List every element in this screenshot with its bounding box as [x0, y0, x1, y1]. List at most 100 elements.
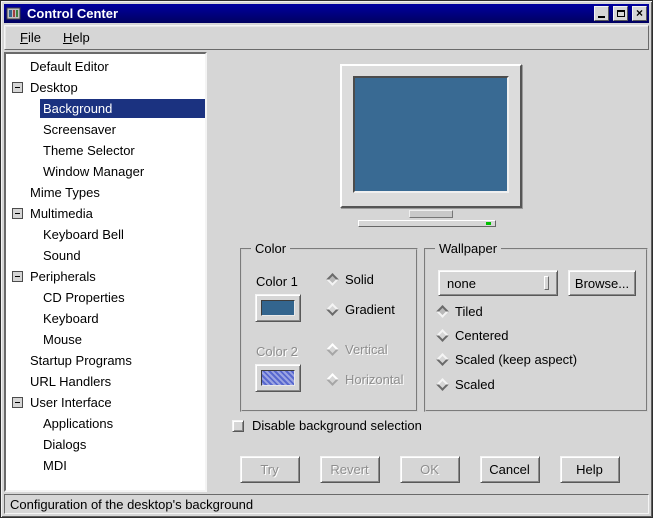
tree-item-window-manager[interactable]: Window Manager: [6, 161, 205, 182]
statusbar: Configuration of the desktop's backgroun…: [4, 494, 649, 514]
tree-item-label: Keyboard: [40, 309, 205, 328]
tree-item-applications[interactable]: Applications: [6, 413, 205, 434]
cancel-button[interactable]: Cancel: [480, 456, 540, 483]
action-button-bar: Try Revert OK Cancel Help: [210, 456, 649, 483]
tree-item-label: Dialogs: [40, 435, 205, 454]
close-icon: ×: [636, 8, 643, 19]
tree-item-label: Screensaver: [40, 120, 205, 139]
disable-bg-checkbox-row[interactable]: Disable background selection: [232, 418, 422, 433]
tree-item-label: Multimedia: [27, 204, 205, 223]
radio-label: Vertical: [345, 342, 388, 357]
background-preview-monitor: [340, 64, 522, 208]
tree-item-sound[interactable]: Sound: [6, 245, 205, 266]
tree-item-label: Window Manager: [40, 162, 205, 181]
tree-item-label: MDI: [40, 456, 205, 475]
radio-icon: [436, 378, 449, 391]
window-title: Control Center: [25, 6, 590, 21]
menubar: FileHelp: [4, 25, 649, 50]
monitor-stand: [409, 210, 453, 218]
tree-item-label: User Interface: [27, 393, 205, 412]
menu-help[interactable]: Help: [53, 27, 100, 48]
main-area: Default Editor Desktop Background Screensav…: [4, 52, 649, 492]
tree-item-label: Desktop: [27, 78, 205, 97]
category-tree[interactable]: Default Editor Desktop Background Screensav…: [4, 52, 207, 492]
tree-item-background[interactable]: Background: [6, 98, 205, 119]
wallpaper-section: Wallpaper none Browse... TiledCenteredSc…: [424, 248, 648, 412]
tree-item-label: Background: [40, 99, 205, 118]
tree-item-multimedia[interactable]: Multimedia: [6, 203, 205, 224]
radio-icon: [326, 343, 339, 356]
tree-item-label: CD Properties: [40, 288, 205, 307]
radio-icon: [326, 273, 339, 286]
close-button[interactable]: ×: [632, 6, 647, 21]
status-text: Configuration of the desktop's backgroun…: [10, 497, 253, 512]
radio-label: Scaled: [455, 377, 495, 392]
tree-item-keyboard[interactable]: Keyboard: [6, 308, 205, 329]
revert-button[interactable]: Revert: [320, 456, 380, 483]
radio-label: Tiled: [455, 304, 483, 319]
app-icon: [6, 6, 21, 21]
radio-icon: [326, 303, 339, 316]
radio-icon: [436, 305, 449, 318]
tree-item-label: Peripherals: [27, 267, 205, 286]
radio-label: Scaled (keep aspect): [455, 352, 577, 367]
radio-label: Centered: [455, 328, 508, 343]
tree-item-url-handlers[interactable]: URL Handlers: [6, 371, 205, 392]
tree-item-label: Mime Types: [27, 183, 205, 202]
color-radio-gradient[interactable]: Gradient: [328, 302, 395, 317]
color-radio-horizontal[interactable]: Horizontal: [328, 372, 404, 387]
radio-label: Gradient: [345, 302, 395, 317]
radio-icon: [326, 373, 339, 386]
tree-item-label: Mouse: [40, 330, 205, 349]
monitor-base: [358, 220, 496, 227]
tree-item-peripherals[interactable]: Peripherals: [6, 266, 205, 287]
tree-item-desktop[interactable]: Desktop: [6, 77, 205, 98]
tree-item-startup-programs[interactable]: Startup Programs: [6, 350, 205, 371]
checkbox-icon[interactable]: [232, 420, 244, 432]
color-radio-solid[interactable]: Solid: [328, 272, 374, 287]
tree-item-theme-selector[interactable]: Theme Selector: [6, 140, 205, 161]
color-type-radios: Solid Gradient Vertical Horizontal: [242, 250, 416, 410]
ok-button[interactable]: OK: [400, 456, 460, 483]
tree-expander-icon[interactable]: [12, 271, 23, 282]
minimize-button[interactable]: [594, 6, 609, 21]
maximize-button[interactable]: [613, 6, 628, 21]
minimize-icon: [598, 16, 605, 18]
tree-item-label: Default Editor: [27, 57, 205, 76]
try-button[interactable]: Try: [240, 456, 300, 483]
radio-label: Horizontal: [345, 372, 404, 387]
disable-bg-label: Disable background selection: [252, 418, 422, 433]
control-center-window: Control Center × FileHelp Default Editor…: [0, 0, 653, 518]
radio-icon: [436, 329, 449, 342]
settings-panel: Color Color 1 Color 2 SolidGradientVerti…: [210, 52, 649, 492]
tree-item-default-editor[interactable]: Default Editor: [6, 56, 205, 77]
tree-item-user-interface[interactable]: User Interface: [6, 392, 205, 413]
tree-item-label: Startup Programs: [27, 351, 205, 370]
tree-item-label: Theme Selector: [40, 141, 205, 160]
tree-item-screensaver[interactable]: Screensaver: [6, 119, 205, 140]
preview-screen: [353, 76, 509, 193]
tree-item-label: Sound: [40, 246, 205, 265]
titlebar[interactable]: Control Center ×: [4, 4, 649, 23]
help-button[interactable]: Help: [560, 456, 620, 483]
tree-item-mouse[interactable]: Mouse: [6, 329, 205, 350]
tree-item-dialogs[interactable]: Dialogs: [6, 434, 205, 455]
tree-expander-icon[interactable]: [12, 208, 23, 219]
menu-file[interactable]: File: [10, 27, 51, 48]
power-led-icon: [486, 222, 491, 225]
tree-item-mime-types[interactable]: Mime Types: [6, 182, 205, 203]
color-radio-vertical[interactable]: Vertical: [328, 342, 388, 357]
wallpaper-radio-scaled-keep-aspect[interactable]: Scaled (keep aspect): [438, 352, 577, 367]
tree-item-keyboard-bell[interactable]: Keyboard Bell: [6, 224, 205, 245]
tree-expander-icon[interactable]: [12, 82, 23, 93]
wallpaper-radio-centered[interactable]: Centered: [438, 328, 508, 343]
radio-label: Solid: [345, 272, 374, 287]
wallpaper-radio-tiled[interactable]: Tiled: [438, 304, 483, 319]
maximize-icon: [617, 10, 625, 17]
tree-expander-icon[interactable]: [12, 397, 23, 408]
tree-item-mdi[interactable]: MDI: [6, 455, 205, 476]
color-section: Color Color 1 Color 2 SolidGradientVerti…: [240, 248, 418, 412]
wallpaper-radio-scaled[interactable]: Scaled: [438, 377, 495, 392]
radio-icon: [436, 353, 449, 366]
tree-item-cd-properties[interactable]: CD Properties: [6, 287, 205, 308]
